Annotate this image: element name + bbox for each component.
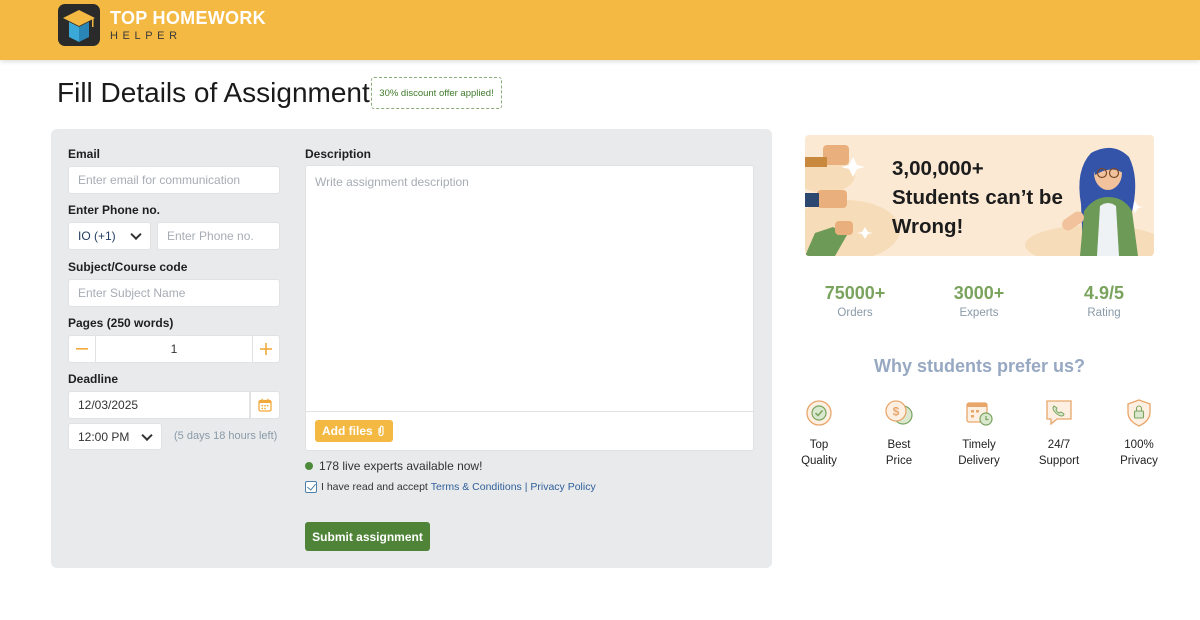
terms-separator: | [524, 481, 528, 493]
email-label: Email [68, 147, 101, 161]
feature-best-price: $ Best Price [864, 398, 934, 469]
phone-chat-icon [1046, 400, 1072, 426]
minus-icon [76, 348, 88, 350]
shield-lock-icon [1127, 399, 1151, 427]
feature-line1: Best [887, 439, 911, 451]
terms-agreement: I have read and accept Terms & Condition… [305, 481, 596, 493]
banner-headline: 3,00,000+ Students can’t be Wrong! [892, 154, 1063, 241]
feature-line2: Delivery [958, 455, 1000, 467]
feature-line2: Quality [801, 455, 837, 467]
calendar-button[interactable] [250, 391, 280, 419]
description-label: Description [305, 147, 372, 161]
discount-badge: 30% discount offer applied! [371, 77, 502, 109]
deadline-label: Deadline [68, 372, 119, 386]
deadline-time-value: 12:00 PM [78, 429, 130, 444]
add-files-label: Add files [322, 424, 373, 438]
banner-line1: 3,00,000+ [892, 157, 984, 180]
paperclip-icon [378, 425, 384, 437]
feature-timely-delivery: Timely Delivery [944, 398, 1014, 469]
pages-decrement-button[interactable] [68, 335, 96, 363]
phone-field[interactable]: Enter Phone no. [157, 222, 280, 250]
email-field[interactable]: Enter email for communication [68, 166, 280, 194]
feature-line2: Privacy [1120, 455, 1158, 467]
terms-prefix: I have read and accept [321, 481, 428, 493]
promo-banner: 3,00,000+ Students can’t be Wrong! [805, 135, 1154, 256]
add-files-button[interactable]: Add files [315, 420, 393, 442]
subject-label: Subject/Course code [68, 260, 188, 274]
quality-badge-icon [806, 400, 832, 426]
stat-value: 4.9/5 [1083, 283, 1125, 303]
terms-link[interactable]: Terms & Conditions [431, 481, 522, 493]
phone-label: Enter Phone no. [68, 203, 161, 217]
feature-top-quality: Top Quality [784, 398, 854, 469]
feature-line1: Timely [962, 439, 996, 451]
why-us-heading: Why students prefer us? [873, 356, 1086, 376]
description-placeholder: Write assignment description [315, 175, 469, 189]
pages-increment-button[interactable] [252, 335, 280, 363]
stat-label: Experts [959, 307, 999, 319]
divider [306, 411, 753, 412]
feature-line2: Support [1038, 455, 1080, 467]
live-experts-status: 178 live experts available now! [305, 459, 482, 473]
feature-line1: Top [809, 439, 829, 451]
country-code-select[interactable]: IO (+1) [68, 222, 151, 250]
chevron-down-icon [141, 429, 153, 441]
country-code-value: IO (+1) [78, 229, 116, 243]
stat-orders: 75000+ Orders [795, 283, 915, 319]
feature-line2: Price [885, 455, 913, 467]
time-left-hint: (5 days 18 hours left) [174, 430, 278, 442]
banner-line3: Wrong! [892, 215, 964, 238]
pages-value[interactable]: 1 [96, 335, 252, 363]
online-dot-icon [305, 462, 313, 470]
plus-icon [260, 343, 272, 355]
banner-line2: Students can’t be [892, 186, 1063, 209]
brand-logo[interactable]: TOP HOMEWORK HELPER [58, 4, 266, 46]
deadline-time-select[interactable]: 12:00 PM [68, 423, 162, 450]
svg-text:$: $ [893, 405, 900, 419]
brand-name: TOP HOMEWORK [110, 7, 266, 28]
calendar-icon [258, 398, 272, 412]
stat-value: 3000+ [953, 283, 1005, 303]
stat-experts: 3000+ Experts [919, 283, 1039, 319]
feature-line1: 24/7 [1047, 439, 1071, 451]
stat-label: Rating [1087, 307, 1121, 319]
deadline-date-field[interactable]: 12/03/2025 [68, 391, 250, 419]
page-title: Fill Details of Assignment [57, 77, 370, 108]
chevron-down-icon [130, 228, 142, 241]
terms-checkbox[interactable] [305, 481, 317, 493]
subject-field[interactable]: Enter Subject Name [68, 279, 280, 307]
privacy-link[interactable]: Privacy Policy [530, 481, 595, 493]
top-bar: TOP HOMEWORK HELPER [0, 0, 1200, 60]
stat-rating: 4.9/5 Rating [1044, 283, 1164, 319]
description-textarea[interactable]: Write assignment description Add files [305, 165, 754, 451]
stat-value: 75000+ [824, 283, 886, 303]
pages-label: Pages (250 words) [68, 316, 174, 330]
calendar-clock-icon [966, 402, 993, 426]
live-experts-text: 178 live experts available now! [319, 459, 483, 473]
brand-subname: HELPER [110, 29, 182, 42]
stat-label: Orders [837, 307, 873, 319]
coins-icon: $ [885, 400, 913, 425]
feature-privacy: 100% Privacy [1104, 398, 1174, 469]
graduation-cap-logo-icon [58, 4, 100, 46]
feature-line1: 100% [1124, 439, 1154, 451]
feature-support: 24/7 Support [1024, 398, 1094, 469]
submit-button[interactable]: Submit assignment [305, 522, 430, 551]
